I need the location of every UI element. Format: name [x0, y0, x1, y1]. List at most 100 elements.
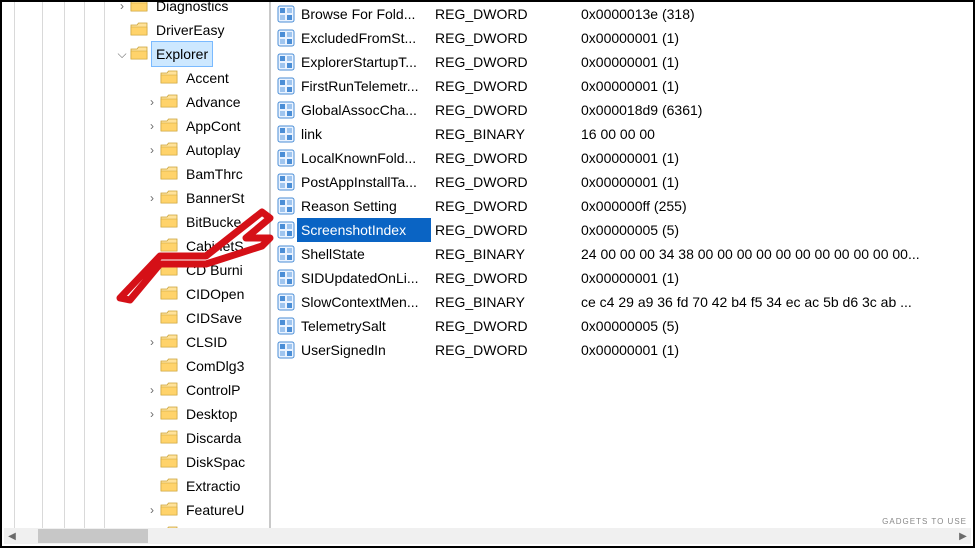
- value-data: 0x00000001 (1): [577, 146, 973, 170]
- tree-item-label: BitBucke: [182, 210, 245, 234]
- value-type: REG_DWORD: [431, 50, 577, 74]
- registry-value-row[interactable]: PostAppInstallTa...REG_DWORD0x00000001 (…: [273, 170, 973, 194]
- folder-icon: [160, 382, 178, 397]
- folder-icon: [160, 262, 178, 277]
- tree-item-clsid[interactable]: ›CLSID: [2, 330, 267, 354]
- folder-icon: [160, 430, 178, 445]
- value-data: 0x00000001 (1): [577, 338, 973, 362]
- chevron-right-icon[interactable]: ›: [146, 378, 158, 402]
- chevron-right-icon[interactable]: ›: [146, 138, 158, 162]
- chevron-right-icon[interactable]: ›: [146, 258, 158, 282]
- registry-value-row[interactable]: ExplorerStartupT...REG_DWORD0x00000001 (…: [273, 50, 973, 74]
- registry-value-row[interactable]: UserSignedInREG_DWORD0x00000001 (1): [273, 338, 973, 362]
- tree-item-discarda[interactable]: Discarda: [2, 426, 267, 450]
- tree-item-label: AppCont: [182, 114, 244, 138]
- registry-value-row[interactable]: SlowContextMen...REG_BINARYce c4 29 a9 3…: [273, 290, 973, 314]
- values-pane[interactable]: Browse For Fold...REG_DWORD0x0000013e (3…: [273, 2, 973, 528]
- tree-item-explorer[interactable]: ⌵Explorer: [2, 42, 267, 66]
- value-data: 0x00000005 (5): [577, 218, 973, 242]
- registry-value-row[interactable]: TelemetrySaltREG_DWORD0x00000005 (5): [273, 314, 973, 338]
- tree-item-label: Autoplay: [182, 138, 244, 162]
- folder-icon: [160, 334, 178, 349]
- tree-item-comdlg3[interactable]: ComDlg3: [2, 354, 267, 378]
- value-name: GlobalAssocCha...: [297, 98, 431, 122]
- tree-item-label: ControlP: [182, 378, 244, 402]
- folder-icon: [160, 214, 178, 229]
- chevron-down-icon[interactable]: ⌵: [116, 42, 128, 66]
- registry-value-row[interactable]: SIDUpdatedOnLi...REG_DWORD0x00000001 (1): [273, 266, 973, 290]
- registry-value-icon: [275, 77, 297, 95]
- value-type: REG_DWORD: [431, 170, 577, 194]
- registry-value-row[interactable]: GlobalAssocCha...REG_DWORD0x000018d9 (63…: [273, 98, 973, 122]
- tree-item-cidopen[interactable]: CIDOpen: [2, 282, 267, 306]
- chevron-right-icon[interactable]: ›: [146, 114, 158, 138]
- tree-item-desktop[interactable]: ›Desktop: [2, 402, 267, 426]
- folder-icon: [160, 238, 178, 253]
- value-name: UserSignedIn: [297, 338, 431, 362]
- value-name: ScreenshotIndex: [297, 218, 431, 242]
- registry-value-row[interactable]: ExcludedFromSt...REG_DWORD0x00000001 (1): [273, 26, 973, 50]
- tree-item-extractio[interactable]: Extractio: [2, 474, 267, 498]
- chevron-right-icon[interactable]: ›: [116, 2, 128, 18]
- value-type: REG_DWORD: [431, 2, 577, 26]
- registry-value-icon: [275, 269, 297, 287]
- tree-item-cabinets[interactable]: CabinetS: [2, 234, 267, 258]
- scroll-left-arrow[interactable]: ◀: [4, 528, 20, 544]
- tree-pane[interactable]: › DiagnosticsDriverEasy⌵ExplorerAccent›Ad…: [2, 2, 267, 528]
- tree-item-label: Discarda: [182, 426, 245, 450]
- value-data: 0x00000001 (1): [577, 74, 973, 98]
- registry-value-row[interactable]: ScreenshotIndexREG_DWORD0x00000005 (5): [273, 218, 973, 242]
- chevron-right-icon[interactable]: ›: [146, 90, 158, 114]
- registry-value-row[interactable]: linkREG_BINARY16 00 00 00: [273, 122, 973, 146]
- tree-item-bannerst[interactable]: › BannerSt: [2, 186, 267, 210]
- registry-value-row[interactable]: FirstRunTelemetr...REG_DWORD0x00000001 (…: [273, 74, 973, 98]
- value-data: 0x00000001 (1): [577, 170, 973, 194]
- registry-value-row[interactable]: Browse For Fold...REG_DWORD0x0000013e (3…: [273, 2, 973, 26]
- chevron-right-icon[interactable]: ›: [146, 498, 158, 522]
- value-type: REG_DWORD: [431, 266, 577, 290]
- tree-item-controlp[interactable]: › ControlP: [2, 378, 267, 402]
- tree-item-featureu[interactable]: › FeatureU: [2, 498, 267, 522]
- tree-item-cd-burni[interactable]: ›CD Burni: [2, 258, 267, 282]
- value-data: 0x0000013e (318): [577, 2, 973, 26]
- value-name: Reason Setting: [297, 194, 431, 218]
- tree-item-label: BannerSt: [182, 186, 248, 210]
- tree-item-label: Extractio: [182, 474, 244, 498]
- tree-item-advance[interactable]: ›Advance: [2, 90, 267, 114]
- registry-value-icon: [275, 293, 297, 311]
- tree-item-appcont[interactable]: › AppCont: [2, 114, 267, 138]
- registry-value-icon: [275, 317, 297, 335]
- value-data: 0x000018d9 (6361): [577, 98, 973, 122]
- tree-item-diagnostics[interactable]: › Diagnostics: [2, 2, 267, 18]
- tree-item-autoplay[interactable]: › Autoplay: [2, 138, 267, 162]
- scroll-track[interactable]: [20, 528, 955, 544]
- horizontal-scrollbar[interactable]: ◀ ▶: [4, 528, 971, 544]
- chevron-right-icon[interactable]: ›: [146, 402, 158, 426]
- tree-item-label: Diagnostics: [152, 2, 232, 18]
- registry-value-icon: [275, 197, 297, 215]
- registry-value-row[interactable]: ShellStateREG_BINARY24 00 00 00 34 38 00…: [273, 242, 973, 266]
- registry-value-icon: [275, 221, 297, 239]
- tree-item-diskspac[interactable]: DiskSpac: [2, 450, 267, 474]
- value-data: 24 00 00 00 34 38 00 00 00 00 00 00 00 0…: [577, 242, 973, 266]
- value-name: LocalKnownFold...: [297, 146, 431, 170]
- registry-value-row[interactable]: LocalKnownFold...REG_DWORD0x00000001 (1): [273, 146, 973, 170]
- scroll-right-arrow[interactable]: ▶: [955, 528, 971, 544]
- chevron-right-icon[interactable]: ›: [146, 186, 158, 210]
- registry-value-row[interactable]: Reason SettingREG_DWORD0x000000ff (255): [273, 194, 973, 218]
- tree-item-bamthrc[interactable]: BamThrc: [2, 162, 267, 186]
- scroll-thumb[interactable]: [38, 529, 148, 543]
- chevron-right-icon[interactable]: ›: [146, 330, 158, 354]
- value-type: REG_DWORD: [431, 74, 577, 98]
- value-name: ExplorerStartupT...: [297, 50, 431, 74]
- registry-value-icon: [275, 341, 297, 359]
- tree-item-drivereasy[interactable]: DriverEasy: [2, 18, 267, 42]
- tree-item-accent[interactable]: Accent: [2, 66, 267, 90]
- tree-item-bitbucke[interactable]: BitBucke: [2, 210, 267, 234]
- registry-value-icon: [275, 245, 297, 263]
- registry-value-icon: [275, 5, 297, 23]
- value-name: PostAppInstallTa...: [297, 170, 431, 194]
- tree-item-cidsave[interactable]: CIDSave: [2, 306, 267, 330]
- folder-icon: [160, 142, 178, 157]
- tree-item-label: FeatureU: [182, 498, 248, 522]
